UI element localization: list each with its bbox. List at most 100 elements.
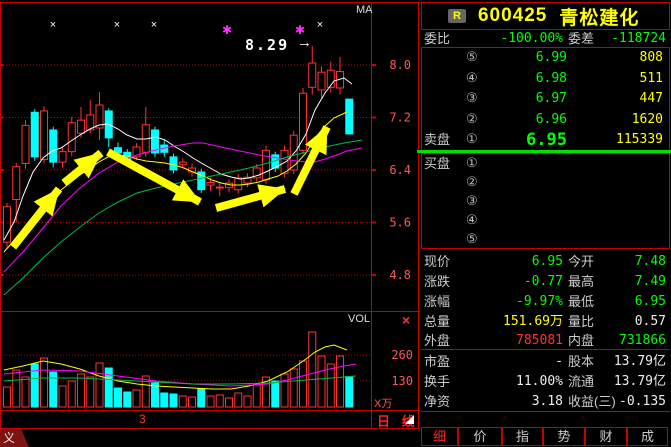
sell-qty: 808 bbox=[578, 48, 663, 69]
kline-chart: ××××✱✱ 8.07.26.45.64.8260130 bbox=[0, 0, 420, 447]
volume-bar bbox=[327, 364, 334, 407]
field-value: 13.79亿 bbox=[596, 352, 666, 371]
field-label: 内盘 bbox=[568, 331, 594, 350]
field-value: 3.18 bbox=[458, 392, 563, 411]
weicha-value: -118724 bbox=[596, 30, 666, 47]
sell-row-5[interactable]: ⑤ 6.99 808 bbox=[422, 48, 669, 69]
app-window: ××××✱✱ 8.07.26.45.64.8260130 MA VOL 8.29… bbox=[0, 0, 671, 447]
field-value: - bbox=[458, 352, 563, 371]
event-star-mark: ✱ bbox=[222, 23, 232, 37]
volume-bar bbox=[115, 388, 122, 407]
sell-row-2[interactable]: ② 6.96 1620 bbox=[422, 110, 669, 131]
buy-row-1[interactable]: 买盘 ① bbox=[422, 154, 669, 173]
snapshot-row: 现价 6.95 今开 7.48 bbox=[420, 252, 671, 271]
volume-bar bbox=[41, 358, 48, 407]
candle-body bbox=[50, 130, 57, 162]
volume-bar bbox=[226, 398, 233, 407]
bottom-divider bbox=[0, 428, 420, 429]
xaxis-divider bbox=[0, 410, 420, 411]
volume-bar bbox=[281, 374, 288, 407]
sell-qty: 1620 bbox=[578, 110, 663, 131]
section-divider bbox=[421, 411, 670, 412]
candle-body bbox=[78, 120, 85, 133]
candle-body bbox=[4, 207, 11, 242]
snapshot-row: 换手 11.00% 流通 13.79亿 bbox=[420, 372, 671, 391]
volume-bar bbox=[4, 387, 11, 407]
volume-bar bbox=[96, 363, 103, 407]
snapshot-row: 总量 151.69万 量比 0.57 bbox=[420, 312, 671, 331]
axis-divider bbox=[371, 2, 372, 428]
sell-row-4[interactable]: ④ 6.98 511 bbox=[422, 69, 669, 90]
level-icon: ④ bbox=[466, 211, 478, 232]
volume-bar bbox=[50, 372, 57, 407]
buy-row-5[interactable]: ⑤ bbox=[422, 230, 669, 249]
left-border bbox=[0, 2, 1, 428]
tab-finance[interactable]: 财 bbox=[585, 427, 627, 446]
price-axis-label: 4.8 bbox=[389, 268, 411, 282]
candle-body bbox=[235, 178, 242, 190]
level-icon: ③ bbox=[466, 89, 478, 110]
stock-code: 600425 bbox=[478, 5, 547, 27]
field-label: 现价 bbox=[424, 252, 450, 271]
volume-bar bbox=[189, 397, 196, 407]
candle-body bbox=[59, 152, 66, 163]
candle-body bbox=[22, 125, 29, 163]
sell-price: 6.99 bbox=[477, 48, 567, 69]
tab-detail[interactable]: 细 bbox=[421, 427, 458, 446]
volume-bar bbox=[179, 396, 186, 407]
field-value: 7.49 bbox=[596, 272, 666, 291]
field-label: 涨幅 bbox=[424, 292, 450, 311]
field-value: 731866 bbox=[596, 331, 666, 350]
price-axis-label: 5.6 bbox=[389, 216, 411, 230]
field-label: 净资 bbox=[424, 392, 450, 411]
candle-body bbox=[170, 157, 177, 170]
close-volume-pane-icon[interactable]: × bbox=[402, 312, 410, 328]
buy-row-3[interactable]: ③ bbox=[422, 192, 669, 211]
buy-row-4[interactable]: ④ bbox=[422, 211, 669, 230]
weibi-value: -100.00% bbox=[458, 30, 563, 47]
sell-row-3[interactable]: ③ 6.97 447 bbox=[422, 89, 669, 110]
field-label: 最低 bbox=[568, 292, 594, 311]
buy-queue: 买盘 ① ② ③ ④ ⑤ bbox=[421, 153, 670, 249]
volume-unit-label: X万 bbox=[374, 395, 392, 411]
tab-trend[interactable]: 势 bbox=[543, 427, 585, 446]
volume-bar bbox=[346, 377, 353, 407]
field-value: -0.135 bbox=[596, 392, 666, 411]
axis-labels-layer: 8.07.26.45.64.8260130 bbox=[389, 58, 413, 388]
field-value: 151.69万 bbox=[458, 312, 563, 331]
field-value: 11.00% bbox=[458, 372, 563, 391]
snapshot-row: 涨幅 -9.97% 最低 6.95 bbox=[420, 292, 671, 311]
volume-bar bbox=[22, 377, 29, 407]
volume-bar bbox=[133, 390, 140, 407]
candle-body bbox=[300, 93, 307, 150]
level-icon: ① bbox=[466, 154, 478, 175]
field-value: 7.48 bbox=[596, 252, 666, 271]
sell-queue: ⑤ 6.99 808 ④ 6.98 511 ③ 6.97 447 ② 6.96 … bbox=[421, 47, 670, 151]
volume-bar bbox=[290, 369, 297, 407]
candle-body bbox=[263, 150, 270, 180]
ex-dividend-x-mark: × bbox=[151, 19, 157, 31]
field-label: 流通 bbox=[568, 372, 594, 391]
trend-annotation-arrow bbox=[108, 152, 200, 202]
field-label: 涨跌 bbox=[424, 272, 450, 291]
event-marks-layer: ××××✱✱ bbox=[50, 19, 323, 37]
field-value: -9.97% bbox=[458, 292, 563, 311]
level-icon: ② bbox=[466, 110, 478, 131]
buy-row-2[interactable]: ② bbox=[422, 173, 669, 192]
tab-deals[interactable]: 成 bbox=[627, 427, 668, 446]
field-label: 市盈 bbox=[424, 352, 450, 371]
ex-dividend-x-mark: × bbox=[114, 19, 120, 31]
volume-bar bbox=[152, 383, 159, 407]
volume-bar bbox=[13, 370, 20, 407]
field-value: 6.95 bbox=[596, 292, 666, 311]
buy-side-label: 买盘 bbox=[424, 154, 450, 175]
tab-price[interactable]: 价 bbox=[458, 427, 502, 446]
tab-index[interactable]: 指 bbox=[502, 427, 543, 446]
top-border bbox=[0, 2, 420, 3]
volume-bar bbox=[272, 381, 279, 407]
period-corner-triangle-icon bbox=[405, 415, 414, 424]
level-icon: ⑤ bbox=[466, 230, 478, 251]
weibi-label: 委比 bbox=[424, 30, 450, 47]
sell-row-1[interactable]: 卖盘 ① 6.95 115339 bbox=[422, 130, 669, 151]
volume-bar bbox=[216, 395, 223, 407]
